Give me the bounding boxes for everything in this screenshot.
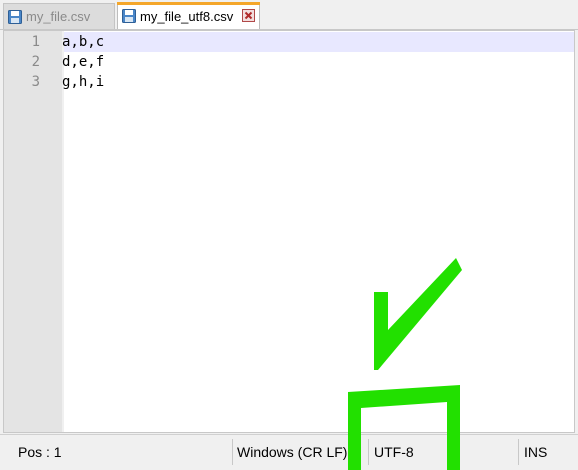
tab-bar: my_file.csv my_file_utf8.csv — [0, 0, 578, 30]
line-ending-format[interactable]: Windows (CR LF) — [237, 435, 347, 469]
encoding-indicator[interactable]: UTF-8 — [374, 435, 414, 469]
line-number: 1 — [31, 34, 40, 50]
tab-my-file-csv[interactable]: my_file.csv — [3, 3, 115, 29]
floppy-disk-icon — [8, 9, 22, 24]
status-bar: Pos : 1 Windows (CR LF) UTF-8 INS — [0, 434, 578, 470]
tab-label: my_file_utf8.csv — [140, 8, 234, 24]
code-line[interactable]: g,h,i — [62, 72, 104, 92]
status-separator — [518, 439, 519, 465]
code-line[interactable]: d,e,f — [62, 52, 104, 72]
text-editor[interactable]: 1 a,b,c 2 d,e,f 3 g,h,i — [3, 30, 575, 433]
status-separator — [368, 439, 369, 465]
code-line[interactable]: a,b,c — [62, 32, 104, 52]
status-separator — [232, 439, 233, 465]
current-line-highlight — [64, 32, 574, 52]
tab-label: my_file.csv — [26, 9, 91, 24]
line-number: 2 — [31, 54, 40, 70]
line-number: 3 — [31, 74, 40, 90]
cursor-position: Pos : 1 — [18, 444, 62, 460]
floppy-disk-icon — [122, 9, 136, 23]
insert-mode-indicator[interactable]: INS — [524, 435, 547, 469]
close-icon[interactable] — [242, 9, 255, 22]
tab-my-file-utf8-csv[interactable]: my_file_utf8.csv — [117, 2, 260, 29]
